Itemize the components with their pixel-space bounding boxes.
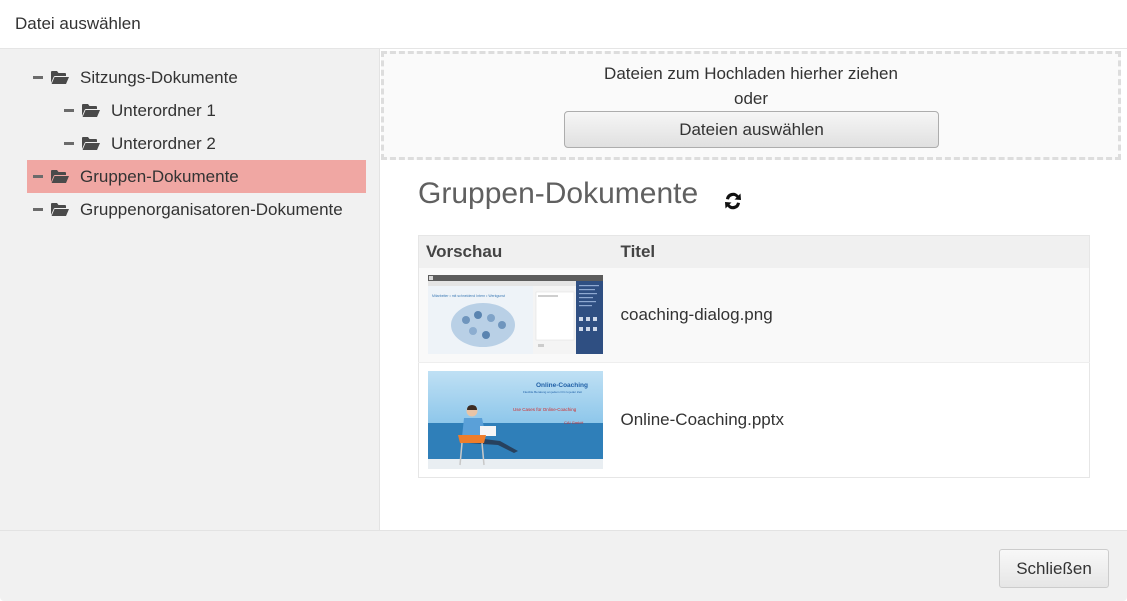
- folder-tree: Sitzungs-Dokumente Unterordner 1 Unteror…: [0, 49, 380, 530]
- tree-item-label: Sitzungs-Dokumente: [80, 67, 238, 87]
- folder-open-icon: [51, 70, 69, 85]
- screenshot-thumbnail[interactable]: Mitarbeiter • mit schneidend Intern • We…: [428, 275, 603, 355]
- file-select-dialog: Datei auswählen Sitzungs-Dokumente Unter…: [0, 0, 1127, 601]
- file-title-cell[interactable]: Online-Coaching.pptx: [612, 362, 1090, 478]
- slide-line-text: Use Cases für Online-Coaching: [513, 407, 577, 412]
- tree-item-sitzungs-dokumente[interactable]: Sitzungs-Dokumente: [33, 61, 366, 94]
- column-header-preview: Vorschau: [418, 235, 613, 268]
- preview-cell: Mitarbeiter • mit schneidend Intern • We…: [418, 267, 613, 363]
- file-table: Vorschau Titel Mitarbeiter • mit schneid…: [418, 235, 1090, 478]
- folder-title: Gruppen-Dokumente: [418, 177, 699, 210]
- collapse-dash-icon[interactable]: [33, 208, 43, 211]
- tree-item-unterordner-2[interactable]: Unterordner 2: [64, 127, 366, 160]
- tree-item-label: Unterordner 2: [111, 133, 216, 153]
- collapse-dash-icon[interactable]: [33, 76, 43, 79]
- tree-item-unterordner-1[interactable]: Unterordner 1: [64, 94, 366, 127]
- folder-open-icon: [51, 169, 69, 184]
- table-row[interactable]: Mitarbeiter • mit schneidend Intern • We…: [418, 267, 1090, 363]
- slide-title-text: Online-Coaching: [536, 382, 588, 389]
- dropzone-or: oder: [733, 89, 769, 108]
- folder-open-icon: [51, 202, 69, 217]
- column-header-title: Titel: [612, 235, 1090, 268]
- collapse-dash-icon[interactable]: [33, 175, 43, 178]
- tree-item-label: Unterordner 1: [111, 100, 216, 120]
- thumbnail-banner-text: Mitarbeiter • mit schneidend Intern • We…: [432, 294, 505, 298]
- collapse-dash-icon[interactable]: [64, 142, 74, 145]
- dialog-header: Datei auswählen: [0, 0, 1127, 49]
- tree-item-gruppen-dokumente[interactable]: Gruppen-Dokumente: [27, 160, 366, 193]
- tree-item-label: Gruppen-Dokumente: [80, 166, 239, 186]
- preview-cell: Online-Coaching Flexible Beratung an jed…: [418, 362, 613, 478]
- choose-files-button[interactable]: Dateien auswählen: [564, 111, 939, 148]
- tree-item-label: Gruppenorganisatoren-Dokumente: [80, 199, 343, 219]
- close-button[interactable]: Schließen: [999, 549, 1109, 588]
- slide-subtitle-text: Flexible Beratung an jedem Ort zu jeder …: [523, 390, 582, 394]
- dialog-footer: Schließen: [0, 530, 1127, 601]
- dropzone-hint: Dateien zum Hochladen hierher ziehen: [604, 64, 898, 83]
- tree-item-gruppenorganisatoren-dokumente[interactable]: Gruppenorganisatoren-Dokumente: [33, 193, 366, 226]
- file-title-cell[interactable]: coaching-dialog.png: [612, 267, 1090, 363]
- folder-open-icon: [82, 103, 100, 118]
- table-header-row: Vorschau Titel: [418, 235, 1090, 268]
- folder-open-icon: [82, 136, 100, 151]
- refresh-icon[interactable]: [721, 189, 745, 213]
- presentation-thumbnail[interactable]: Online-Coaching Flexible Beratung an jed…: [428, 371, 603, 469]
- table-row[interactable]: Online-Coaching Flexible Beratung an jed…: [418, 362, 1090, 478]
- upload-dropzone[interactable]: Dateien zum Hochladen hierher ziehen ode…: [381, 51, 1121, 160]
- folder-content: Dateien zum Hochladen hierher ziehen ode…: [381, 49, 1127, 530]
- collapse-dash-icon[interactable]: [64, 109, 74, 112]
- slide-company-text: CAI GmbH: [564, 420, 583, 425]
- dialog-title: Datei auswählen: [15, 14, 141, 33]
